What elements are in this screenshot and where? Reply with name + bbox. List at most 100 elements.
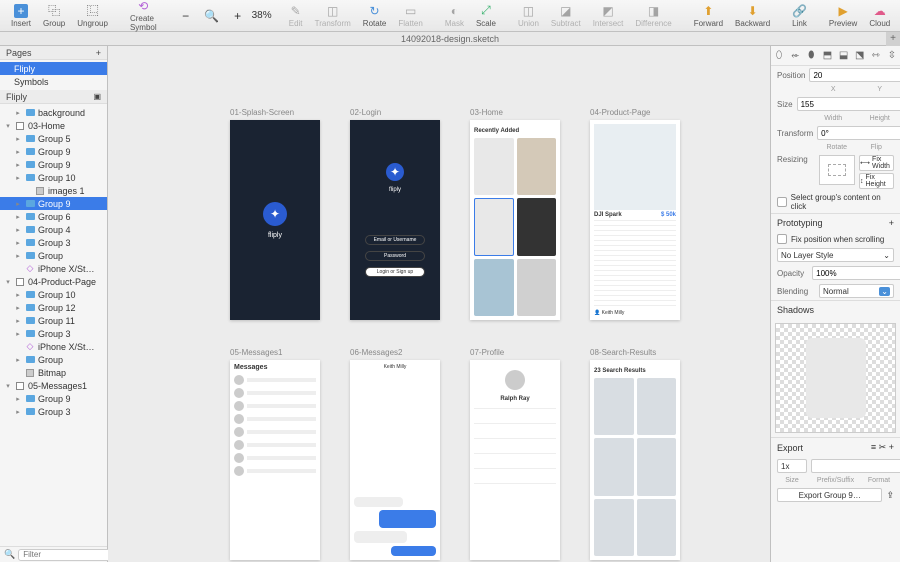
- artboard-label[interactable]: 07-Profile: [470, 348, 504, 357]
- disclosure-triangle[interactable]: ▸: [14, 200, 22, 208]
- layer-item[interactable]: ▸Group 11: [0, 314, 107, 327]
- intersect-button[interactable]: ◩Intersect: [588, 3, 629, 29]
- mask-button[interactable]: ◐Mask: [440, 3, 469, 29]
- artboard[interactable]: 01-Splash-Screen✦fliply: [230, 120, 320, 320]
- layer-item[interactable]: ▸Group 3: [0, 236, 107, 249]
- artboard[interactable]: 06-Messages2Keith Milly: [350, 360, 440, 560]
- layer-item[interactable]: ▸Group 5: [0, 132, 107, 145]
- position-x-input[interactable]: [809, 68, 900, 82]
- export-section[interactable]: Export ≡ ✂ +: [771, 437, 900, 457]
- distribute-v-button[interactable]: ⇳: [886, 50, 898, 62]
- union-button[interactable]: ◫Union: [513, 3, 544, 29]
- edit-button[interactable]: ✎Edit: [284, 3, 308, 29]
- artboard[interactable]: 07-ProfileRalph Ray: [470, 360, 560, 560]
- layer-item[interactable]: ◇iPhone X/St…: [0, 340, 107, 353]
- layer-item[interactable]: ▸Group 3: [0, 405, 107, 418]
- disclosure-triangle[interactable]: ▸: [14, 330, 22, 338]
- layer-item[interactable]: ▸Group 9: [0, 392, 107, 405]
- disclosure-triangle[interactable]: ▸: [14, 213, 22, 221]
- disclosure-triangle[interactable]: ▸: [14, 252, 22, 260]
- artboard-label[interactable]: 04-Product-Page: [590, 108, 650, 117]
- rotate-input[interactable]: [817, 126, 900, 140]
- link-button[interactable]: 🔗Link: [787, 3, 812, 29]
- layer-item[interactable]: images 1: [0, 184, 107, 197]
- ungroup-button[interactable]: ⿺Ungroup: [72, 3, 113, 29]
- flatten-button[interactable]: ▭Flatten: [393, 3, 427, 29]
- disclosure-triangle[interactable]: ▸: [14, 174, 22, 182]
- artboard-label[interactable]: 02-Login: [350, 108, 381, 117]
- align-bottom-button[interactable]: ⬔: [854, 50, 866, 62]
- align-center-h-button[interactable]: ⬰: [789, 50, 801, 62]
- layer-item[interactable]: ▾03-Home: [0, 119, 107, 132]
- backward-button[interactable]: ⬇Backward: [730, 3, 775, 29]
- zoom-in-button[interactable]: +: [226, 8, 250, 24]
- insert-button[interactable]: +Insert: [6, 3, 36, 29]
- add-page-button[interactable]: +: [96, 48, 101, 58]
- subtract-button[interactable]: ◪Subtract: [546, 3, 586, 29]
- width-input[interactable]: [797, 97, 900, 111]
- prototyping-section[interactable]: Prototyping+: [771, 213, 900, 232]
- layer-item[interactable]: ▾05-Messages1: [0, 379, 107, 392]
- fix-width-button[interactable]: ⟷Fix Width: [859, 155, 894, 171]
- layer-item[interactable]: Bitmap: [0, 366, 107, 379]
- layer-item[interactable]: ▸Group 10: [0, 288, 107, 301]
- disclosure-triangle[interactable]: ▸: [14, 408, 22, 416]
- add-export-button[interactable]: +: [889, 442, 894, 452]
- disclosure-triangle[interactable]: ▸: [14, 109, 22, 117]
- blending-select[interactable]: Normal⌄: [819, 284, 894, 298]
- artboard[interactable]: 08-Search-Results23 Search Results: [590, 360, 680, 560]
- layer-item[interactable]: ▸Group: [0, 353, 107, 366]
- opacity-input[interactable]: [812, 266, 900, 280]
- artboard-label[interactable]: 05-Messages1: [230, 348, 282, 357]
- export-group-button[interactable]: Export Group 9…: [777, 488, 882, 502]
- resizing-constraints[interactable]: [819, 155, 855, 185]
- disclosure-triangle[interactable]: ▸: [14, 317, 22, 325]
- layer-item[interactable]: ▸Group 9: [0, 145, 107, 158]
- artboard[interactable]: 03-HomeRecently Added: [470, 120, 560, 320]
- canvas[interactable]: 01-Splash-Screen✦fliply 02-Login✦fliplyEm…: [108, 46, 770, 562]
- disclosure-triangle[interactable]: ▸: [14, 395, 22, 403]
- export-prefix-input[interactable]: [811, 459, 900, 473]
- disclosure-triangle[interactable]: ▾: [4, 278, 12, 286]
- layer-item[interactable]: ▸Group 4: [0, 223, 107, 236]
- layer-item[interactable]: ▸Group 12: [0, 301, 107, 314]
- select-content-checkbox[interactable]: [777, 197, 787, 207]
- layer-style-select[interactable]: No Layer Style⌄: [777, 248, 894, 262]
- page-item[interactable]: Fliply: [0, 62, 107, 75]
- layer-item[interactable]: ▸Group 6: [0, 210, 107, 223]
- align-center-v-button[interactable]: ⬓: [838, 50, 850, 62]
- align-right-button[interactable]: ⬮: [805, 50, 817, 62]
- layer-item[interactable]: ▸Group 9: [0, 158, 107, 171]
- layer-item[interactable]: ▸Group 10: [0, 171, 107, 184]
- collapse-icon[interactable]: ▣: [93, 92, 101, 101]
- artboard-label[interactable]: 06-Messages2: [350, 348, 402, 357]
- artboard[interactable]: 04-Product-PageDJI Spark $ 50k👤 Keith Mi…: [590, 120, 680, 320]
- scale-button[interactable]: ⤢Scale: [471, 3, 501, 29]
- difference-button[interactable]: ◨Difference: [630, 3, 676, 29]
- page-item[interactable]: Symbols: [0, 75, 107, 88]
- artboard-label[interactable]: 01-Splash-Screen: [230, 108, 294, 117]
- fix-scroll-checkbox[interactable]: [777, 234, 787, 244]
- shadows-section[interactable]: Shadows: [771, 300, 900, 319]
- presets-icon[interactable]: ≡: [871, 442, 876, 452]
- layer-item[interactable]: ◇iPhone X/St…: [0, 262, 107, 275]
- distribute-h-button[interactable]: ⇿: [870, 50, 882, 62]
- transform-button[interactable]: ◫Transform: [310, 3, 356, 29]
- knife-icon[interactable]: ✂: [879, 442, 887, 452]
- artboard-label[interactable]: 08-Search-Results: [590, 348, 656, 357]
- disclosure-triangle[interactable]: ▸: [14, 135, 22, 143]
- disclosure-triangle[interactable]: ▾: [4, 382, 12, 390]
- artboard[interactable]: 02-Login✦fliplyEmail or UsernamePassword…: [350, 120, 440, 320]
- artboard[interactable]: 05-Messages1Messages: [230, 360, 320, 560]
- rotate-button[interactable]: ↻Rotate: [358, 3, 392, 29]
- create-symbol-button[interactable]: ⟲Create Symbol: [125, 0, 162, 33]
- disclosure-triangle[interactable]: ▸: [14, 356, 22, 364]
- disclosure-triangle[interactable]: ▸: [14, 291, 22, 299]
- disclosure-triangle[interactable]: ▸: [14, 239, 22, 247]
- artboard-label[interactable]: 03-Home: [470, 108, 503, 117]
- layer-item[interactable]: ▸Group 3: [0, 327, 107, 340]
- group-button[interactable]: ⿻Group: [38, 3, 70, 29]
- zoom-out-button[interactable]: −: [174, 8, 198, 24]
- add-tab-button[interactable]: +: [886, 32, 900, 46]
- layer-item[interactable]: ▸Group 9: [0, 197, 107, 210]
